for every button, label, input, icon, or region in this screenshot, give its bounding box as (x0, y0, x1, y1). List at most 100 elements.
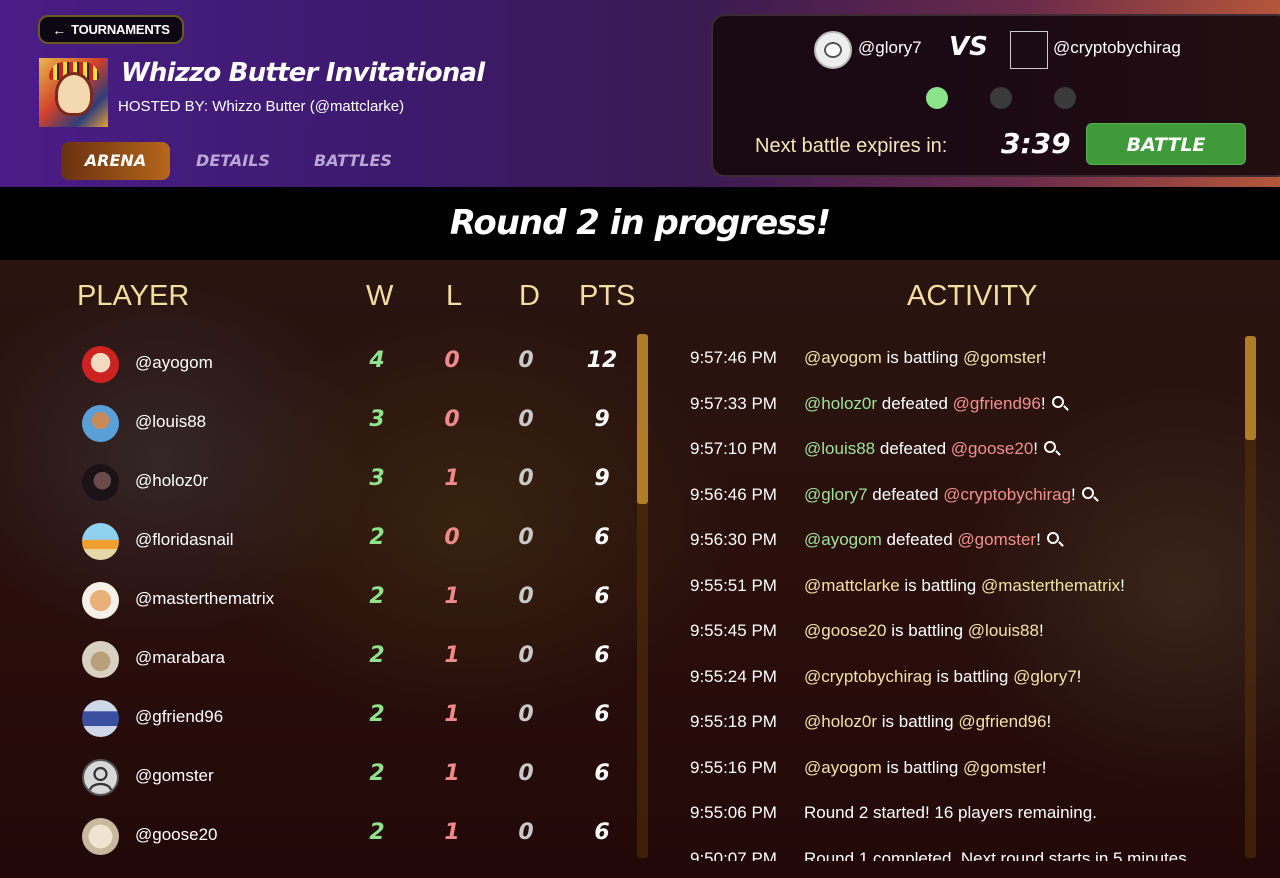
activity-player-link[interactable]: @ayogom (804, 530, 882, 549)
avatar (82, 700, 119, 737)
player-name[interactable]: @louis88 (135, 412, 206, 432)
back-to-tournaments-button[interactable]: ← TOURNAMENTS (38, 15, 184, 44)
activity-player-link[interactable]: @ayogom (804, 348, 882, 367)
standings-row[interactable]: @gfriend96 2 1 0 6 (82, 698, 642, 738)
activity-text: @glory7 defeated @cryptobychirag! (804, 485, 1094, 505)
standings-scrollbar[interactable] (637, 334, 648, 858)
points-value: 6 (594, 584, 610, 609)
player-name[interactable]: @masterthematrix (135, 589, 274, 609)
activity-timestamp: 9:50:07 PM (690, 849, 777, 861)
activity-player-link[interactable]: @cryptobychirag (804, 667, 932, 686)
activity-player-link[interactable]: @louis88 (804, 439, 875, 458)
standings-row[interactable]: @marabara 2 1 0 6 (82, 639, 642, 679)
standings-scroll-thumb[interactable] (637, 334, 648, 504)
activity-player-link[interactable]: @ayogom (804, 758, 882, 777)
player-column-header: PLAYER (77, 280, 190, 312)
losses-column-header: L (446, 280, 463, 312)
activity-punctuation: ! (1038, 621, 1044, 640)
activity-item: 9:55:24 PM @cryptobychirag is battling @g… (690, 667, 1250, 691)
tournament-logo (39, 58, 108, 127)
activity-player-link[interactable]: @gomster (963, 758, 1042, 777)
avatar (82, 641, 119, 678)
activity-timestamp: 9:57:33 PM (690, 394, 777, 413)
points-value: 6 (594, 525, 610, 550)
activity-player-link[interactable]: @mattclarke (804, 576, 900, 595)
wins-value: 4 (369, 348, 385, 373)
tab-details[interactable]: DETAILS (183, 142, 283, 180)
player-name[interactable]: @goose20 (135, 825, 218, 845)
activity-timestamp: 9:56:46 PM (690, 485, 777, 504)
points-value: 6 (594, 820, 610, 845)
losses-value: 0 (444, 348, 460, 373)
activity-timestamp: 9:57:10 PM (690, 439, 777, 458)
activity-punctuation: ! (1036, 530, 1041, 549)
arrow-left-icon: ← (52, 21, 67, 38)
standings-row[interactable]: @floridasnail 2 0 0 6 (82, 521, 642, 561)
activity-timestamp: 9:55:51 PM (690, 576, 777, 595)
player-name[interactable]: @floridasnail (135, 530, 234, 550)
standings-row[interactable]: @holoz0r 3 1 0 9 (82, 462, 642, 502)
standings-row[interactable]: @gomster 2 1 0 6 (82, 757, 642, 797)
activity-text: @ayogom is battling @gomster! (804, 348, 1046, 368)
activity-player-link[interactable]: @glory7 (804, 485, 868, 504)
activity-player-link[interactable]: @glory7 (1013, 667, 1077, 686)
player-name[interactable]: @marabara (135, 648, 225, 668)
activity-verb: defeated (879, 439, 947, 458)
activity-player-link[interactable]: @gfriend96 (953, 394, 1041, 413)
expire-timer: 3:39 (1001, 127, 1071, 160)
activity-player-link[interactable]: @gfriend96 (958, 712, 1046, 731)
view-battle-search-icon[interactable] (1044, 441, 1057, 453)
losses-value: 0 (444, 525, 460, 550)
activity-item: 9:57:33 PM @holoz0r defeated @gfriend96! (690, 394, 1250, 418)
tab-battles[interactable]: BATTLES (303, 142, 403, 180)
activity-player-link[interactable]: @louis88 (968, 621, 1039, 640)
points-value: 9 (594, 407, 610, 432)
player-name[interactable]: @ayogom (135, 353, 213, 373)
round-indicator-2 (990, 87, 1012, 109)
losses-value: 1 (444, 761, 460, 786)
player-name[interactable]: @gomster (135, 766, 214, 786)
activity-item: 9:55:06 PM Round 2 started! 16 players re… (690, 803, 1250, 827)
activity-punctuation: ! (1040, 394, 1046, 413)
battle-button[interactable]: BATTLE (1086, 123, 1246, 165)
activity-player-link[interactable]: @goose20 (804, 621, 887, 640)
activity-player-link[interactable]: @goose20 (951, 439, 1034, 458)
activity-item: 9:56:30 PM @ayogom defeated @gomster! (690, 530, 1250, 554)
activity-item: 9:55:51 PM @mattclarke is battling @maste… (690, 576, 1250, 600)
points-value: 12 (586, 348, 618, 373)
player-name[interactable]: @holoz0r (135, 471, 208, 491)
activity-player-link[interactable]: @holoz0r (804, 712, 877, 731)
standings-row[interactable]: @ayogom 4 0 0 12 (82, 344, 642, 384)
activity-verb: defeated (881, 394, 948, 413)
wins-value: 2 (369, 820, 385, 845)
activity-player-link[interactable]: @gomster (957, 530, 1036, 549)
activity-scrollbar[interactable] (1245, 336, 1256, 858)
view-battle-search-icon[interactable] (1081, 487, 1094, 499)
activity-player-link[interactable]: @holoz0r (804, 394, 877, 413)
view-battle-search-icon[interactable] (1046, 532, 1059, 544)
losses-value: 1 (444, 702, 460, 727)
wins-column-header: W (366, 280, 394, 312)
standings-row[interactable]: @louis88 3 0 0 9 (82, 403, 642, 443)
activity-player-link[interactable]: @cryptobychirag (943, 485, 1071, 504)
activity-verb: defeated (872, 485, 939, 504)
activity-verb: is battling (886, 758, 959, 777)
tab-arena[interactable]: ARENA (61, 142, 170, 180)
activity-scroll-thumb[interactable] (1245, 336, 1256, 440)
activity-player-link[interactable]: @gomster (963, 348, 1042, 367)
standings-row[interactable]: @masterthematrix 2 1 0 6 (82, 580, 642, 620)
points-column-header: PTS (579, 280, 636, 312)
avatar (82, 464, 119, 501)
player-name[interactable]: @gfriend96 (135, 707, 223, 727)
activity-text: Round 2 started! 16 players remaining. (804, 803, 1097, 822)
activity-item: 9:55:16 PM @ayogom is battling @gomster! (690, 758, 1250, 782)
activity-timestamp: 9:55:18 PM (690, 712, 777, 731)
points-value: 9 (594, 466, 610, 491)
view-battle-search-icon[interactable] (1051, 396, 1064, 408)
standings-row[interactable]: @goose20 2 1 0 6 (82, 816, 642, 856)
tournament-host: HOSTED BY: Whizzo Butter (@mattclarke) (118, 98, 405, 115)
activity-player-link[interactable]: @masterthematrix (981, 576, 1120, 595)
points-value: 6 (594, 643, 610, 668)
losses-value: 0 (444, 407, 460, 432)
wins-value: 2 (369, 525, 385, 550)
